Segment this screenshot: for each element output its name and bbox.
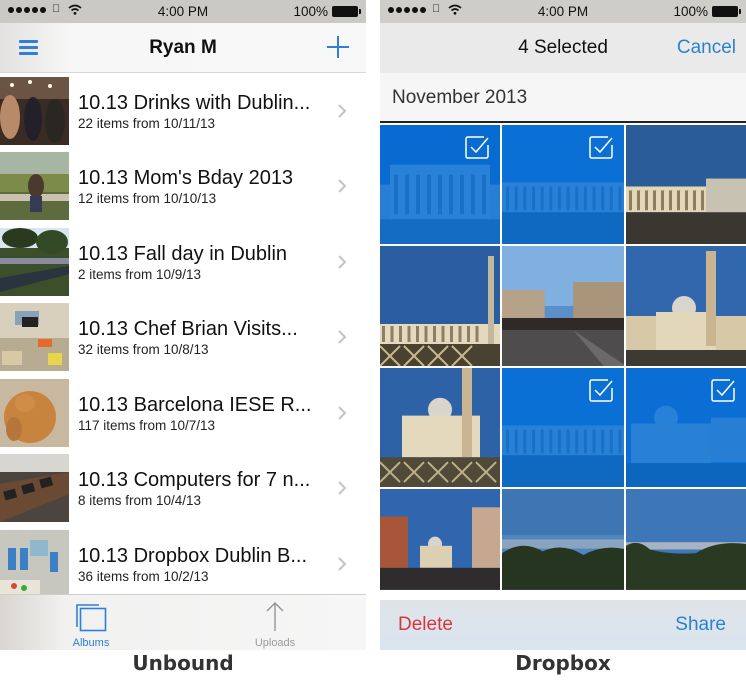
photo-cell-selected[interactable]: [502, 125, 624, 244]
album-thumbnail: [0, 303, 69, 372]
caption-dropbox: Dropbox: [515, 651, 611, 675]
nav-bar: Ryan M: [0, 23, 366, 73]
album-title: 10.13 Fall day in Dublin: [78, 242, 288, 265]
chevron-right-icon: [338, 179, 347, 193]
dropbox-screen:  4:00 PM 100% 4 Selected Cancel Novembe…: [380, 0, 746, 650]
album-subtitle: 8 items from 10/4/13: [78, 493, 202, 509]
album-subtitle: 32 items from 10/8/13: [78, 342, 209, 358]
section-header: November 2013: [380, 73, 746, 123]
status-bar:  4:00 PM 100%: [0, 0, 366, 23]
photo-cell[interactable]: [626, 246, 746, 366]
album-text: 10.13 Drinks with Dublin... 22 items from…: [78, 91, 332, 131]
album-subtitle: 36 items from 10/2/13: [78, 568, 209, 584]
albums-icon: [76, 604, 107, 632]
album-subtitle: 22 items from 10/11/13: [78, 115, 216, 131]
album-subtitle: 117 items from 10/7/13: [78, 417, 216, 433]
delete-button[interactable]: Delete: [398, 614, 453, 636]
checkbox-checked-icon: [711, 379, 735, 402]
album-row[interactable]: 10.13 Drinks with Dublin... 22 items from…: [0, 73, 366, 149]
battery-percent: 100%: [673, 4, 708, 19]
photo-thumbnail: [380, 368, 500, 487]
photo-cell[interactable]: [380, 489, 500, 599]
album-title: 10.13 Mom's Bday 2013: [78, 167, 294, 190]
album-thumbnail: [0, 76, 69, 145]
album-thumbnail: [0, 152, 69, 221]
tab-bar: Albums Uploads: [0, 594, 366, 650]
album-title: 10.13 Dropbox Dublin B...: [78, 544, 308, 567]
album-row[interactable]: 10.13 Fall day in Dublin 2 items from 10/…: [0, 224, 366, 300]
tab-uploads-label: Uploads: [254, 637, 296, 649]
album-row[interactable]: 10.13 Dropbox Dublin B... 36 items from 1…: [0, 526, 366, 595]
cancel-button[interactable]: Cancel: [677, 37, 736, 59]
share-button[interactable]: Share: [675, 614, 726, 636]
album-thumbnail: [0, 227, 69, 296]
chevron-right-icon: [338, 255, 347, 269]
album-subtitle: 12 items from 10/10/13: [78, 191, 217, 207]
photo-cell[interactable]: [380, 368, 500, 487]
photo-cell[interactable]: [626, 489, 746, 599]
tab-albums-label: Albums: [72, 637, 110, 649]
photo-cell[interactable]: [380, 246, 500, 366]
battery-icon: [332, 6, 361, 17]
page-title: Ryan M: [149, 37, 217, 58]
album-row[interactable]: 10.13 Barcelona IESE R... 117 items from …: [0, 375, 366, 451]
add-album-button[interactable]: [327, 36, 349, 58]
album-row[interactable]: 10.13 Mom's Bday 2013 12 items from 10/10…: [0, 149, 366, 225]
photo-grid: [380, 125, 746, 600]
caption-unbound: Unbound: [132, 651, 234, 675]
status-bar:  4:00 PM 100%: [380, 0, 746, 23]
album-text: 10.13 Fall day in Dublin 2 items from 10/…: [78, 242, 332, 282]
album-text: 10.13 Dropbox Dublin B... 36 items from 1…: [78, 544, 332, 584]
checkbox-checked-icon: [589, 136, 613, 159]
photo-cell-selected[interactable]: [626, 368, 746, 487]
album-list: 10.13 Drinks with Dublin... 22 items from…: [0, 73, 366, 595]
album-thumbnail: [0, 454, 69, 523]
photo-thumbnail: [502, 489, 624, 590]
tab-uploads[interactable]: Uploads: [215, 595, 335, 650]
chevron-right-icon: [338, 406, 347, 420]
photo-cell[interactable]: [502, 489, 624, 599]
chevron-right-icon: [338, 104, 347, 118]
album-title: 10.13 Computers for 7 n...: [78, 469, 311, 492]
battery-percent: 100%: [293, 4, 328, 19]
section-header-label: November 2013: [392, 87, 528, 108]
nav-bar: 4 Selected Cancel: [380, 23, 746, 73]
photo-thumbnail: [626, 125, 746, 244]
unbound-screen:  4:00 PM 100% Ryan M 10.13 Drinks with …: [0, 0, 366, 650]
album-title: 10.13 Drinks with Dublin...: [78, 91, 311, 114]
album-text: 10.13 Barcelona IESE R... 117 items from …: [78, 393, 332, 433]
tab-albums[interactable]: Albums: [31, 595, 151, 650]
photo-cell-selected[interactable]: [502, 368, 624, 487]
chevron-right-icon: [338, 481, 347, 495]
album-row[interactable]: 10.13 Computers for 7 n... 8 items from 1…: [0, 451, 366, 527]
album-thumbnail: [0, 378, 69, 447]
album-title: 10.13 Barcelona IESE R...: [78, 393, 312, 416]
photo-thumbnail: [380, 246, 500, 366]
album-text: 10.13 Mom's Bday 2013 12 items from 10/10…: [78, 166, 332, 206]
upload-arrow-icon: [266, 602, 284, 631]
checkbox-checked-icon: [465, 136, 489, 159]
photo-thumbnail: [380, 489, 500, 590]
album-text: 10.13 Chef Brian Visits... 32 items from …: [78, 317, 332, 357]
chevron-right-icon: [338, 330, 347, 344]
photo-thumbnail: [626, 246, 746, 366]
photo-cell-selected[interactable]: [380, 125, 500, 244]
photo-thumbnail: [502, 246, 624, 366]
album-title: 10.13 Chef Brian Visits...: [78, 318, 298, 341]
photo-thumbnail: [626, 489, 746, 590]
album-row[interactable]: 10.13 Chef Brian Visits... 32 items from …: [0, 300, 366, 376]
album-text: 10.13 Computers for 7 n... 8 items from 1…: [78, 468, 332, 508]
action-bar: Delete Share: [380, 600, 746, 650]
photo-cell[interactable]: [502, 246, 624, 366]
battery-icon: [712, 6, 741, 17]
photo-cell[interactable]: [626, 125, 746, 244]
chevron-right-icon: [338, 557, 347, 571]
album-thumbnail: [0, 529, 69, 595]
checkbox-checked-icon: [589, 379, 613, 402]
album-subtitle: 2 items from 10/9/13: [78, 266, 202, 282]
